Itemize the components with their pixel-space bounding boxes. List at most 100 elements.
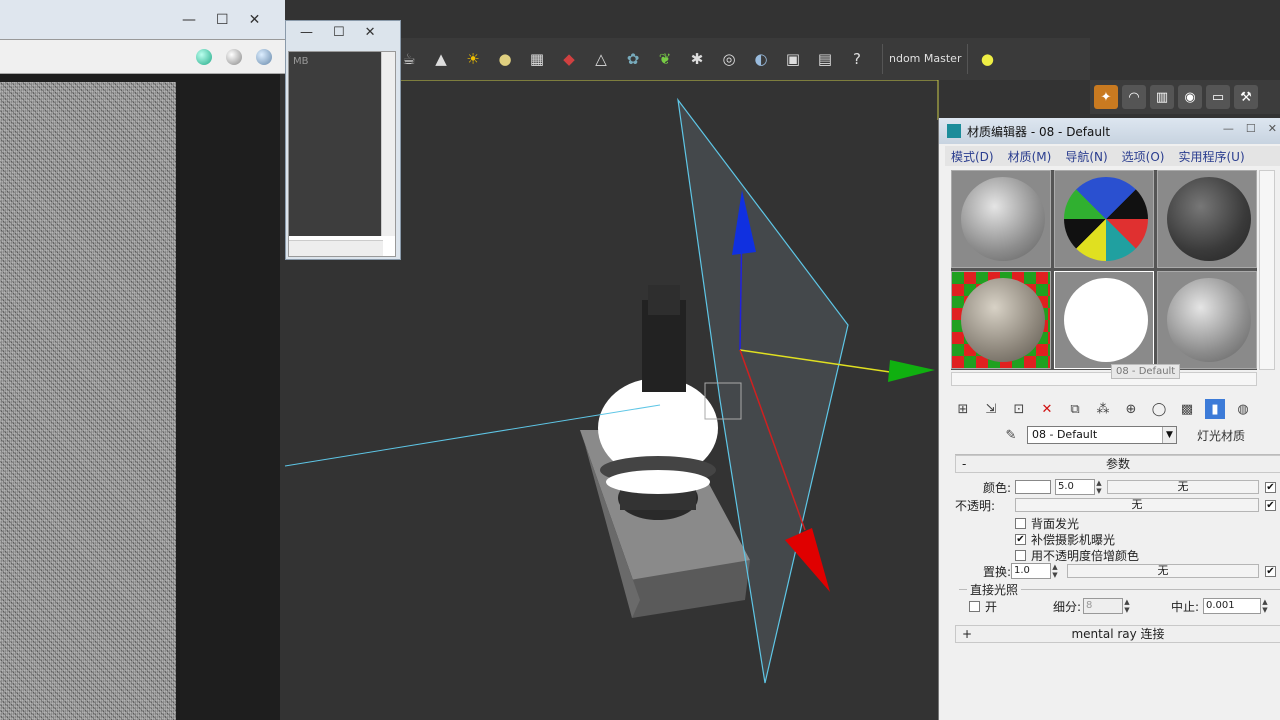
spinner-arrows-icon[interactable]: ▲ ▼ bbox=[1123, 598, 1131, 614]
color-map-button[interactable]: 无 bbox=[1107, 480, 1259, 494]
minimize-icon[interactable]: — bbox=[182, 12, 196, 28]
direct-light-on-checkbox[interactable] bbox=[969, 601, 980, 612]
menu-mode[interactable]: 模式(D) bbox=[951, 148, 994, 165]
minimize-icon[interactable]: — bbox=[300, 25, 313, 40]
slot-tooltip: 08 - Default bbox=[1111, 364, 1181, 379]
sample-slots bbox=[951, 170, 1257, 370]
displace-spinner[interactable]: 1.0 bbox=[1011, 563, 1051, 579]
sample-slot-6[interactable] bbox=[1157, 271, 1257, 369]
hair-icon[interactable]: ✱ bbox=[684, 46, 710, 72]
menu-navigation[interactable]: 导航(N) bbox=[1065, 148, 1107, 165]
rollout-toggle[interactable]: + bbox=[962, 626, 972, 642]
render-master-label[interactable]: ndom Master bbox=[882, 44, 969, 74]
capsule-icon[interactable]: ◆ bbox=[556, 46, 582, 72]
material-name-dropdown[interactable]: 08 - Default ▼ bbox=[1027, 426, 1177, 444]
plant-icon[interactable]: ❦ bbox=[652, 46, 678, 72]
slots-hscrollbar[interactable] bbox=[951, 372, 1257, 386]
render-icon[interactable]: ◐ bbox=[748, 46, 774, 72]
pyramid-icon[interactable]: △ bbox=[588, 46, 614, 72]
displace-label: 置换: bbox=[983, 565, 1012, 579]
get-material-icon[interactable]: ⊞ bbox=[953, 399, 973, 419]
material-name-row: ✎ 08 - Default ▼ 灯光材质 bbox=[1006, 426, 1280, 444]
render-window-titlebar: — ☐ ✕ bbox=[0, 0, 285, 40]
create-tab-icon[interactable]: ✦ bbox=[1094, 85, 1118, 109]
params-rollout-header[interactable]: - 参数 bbox=[955, 455, 1280, 473]
maximize-icon[interactable]: ☐ bbox=[333, 25, 345, 40]
color-swatch[interactable] bbox=[1015, 480, 1051, 494]
minimize-icon[interactable]: — bbox=[1223, 122, 1234, 135]
backface-checkbox[interactable] bbox=[1015, 518, 1026, 529]
geosphere-icon[interactable]: ✿ bbox=[620, 46, 646, 72]
opacity-map-button[interactable]: 无 bbox=[1015, 498, 1259, 512]
put-to-scene-icon[interactable]: ⇲ bbox=[981, 399, 1001, 419]
opacity-map-checkbox[interactable]: ✔ bbox=[1265, 500, 1276, 511]
mentalray-rollout-header[interactable]: + mental ray 连接 bbox=[955, 625, 1280, 643]
spinner-arrows-icon[interactable]: ▲ ▼ bbox=[1261, 598, 1269, 614]
dialog-hscrollbar[interactable] bbox=[289, 240, 383, 256]
compensate-exposure-checkbox[interactable]: ✔ bbox=[1015, 534, 1026, 545]
hierarchy-tab-icon[interactable]: ▥ bbox=[1150, 85, 1174, 109]
sphere-icon[interactable]: ● bbox=[492, 46, 518, 72]
chevron-down-icon[interactable]: ▼ bbox=[1162, 427, 1176, 443]
dialog-list[interactable]: MB bbox=[288, 51, 396, 257]
color-map-checkbox[interactable]: ✔ bbox=[1265, 482, 1276, 493]
dialog-vscrollbar[interactable] bbox=[381, 52, 395, 236]
reset-map-icon[interactable]: ✕ bbox=[1037, 399, 1057, 419]
ox-icon[interactable]: ◎ bbox=[716, 46, 742, 72]
menu-material[interactable]: 材质(M) bbox=[1008, 148, 1052, 165]
sample-slot-2[interactable] bbox=[1054, 170, 1154, 268]
cutoff-spinner[interactable]: 0.001 bbox=[1203, 598, 1261, 614]
color-amount-spinner[interactable]: 5.0 bbox=[1055, 479, 1095, 495]
show-end-result-icon[interactable]: ▮ bbox=[1205, 399, 1225, 419]
display-tab-icon[interactable]: ▭ bbox=[1206, 85, 1230, 109]
sun-icon[interactable]: ☀ bbox=[460, 46, 486, 72]
put-to-library-icon[interactable]: ⊕ bbox=[1121, 399, 1141, 419]
multiply-opacity-label: 用不透明度倍增颜色 bbox=[1031, 549, 1140, 563]
displace-map-button[interactable]: 无 bbox=[1067, 564, 1259, 578]
material-editor-window: 材质编辑器 - 08 - Default — ☐ ✕ 模式(D) 材质(M) 导… bbox=[938, 118, 1280, 720]
menu-options[interactable]: 选项(O) bbox=[1122, 148, 1165, 165]
multiply-opacity-checkbox[interactable] bbox=[1015, 550, 1026, 561]
render-teapot-icon[interactable] bbox=[256, 49, 272, 65]
material-editor-titlebar: 材质编辑器 - 08 - Default — ☐ ✕ bbox=[939, 118, 1280, 144]
cone-icon[interactable]: ▲ bbox=[428, 46, 454, 72]
sample-slot-3[interactable] bbox=[1157, 170, 1257, 268]
assign-to-selection-icon[interactable]: ⊡ bbox=[1009, 399, 1029, 419]
sample-slot-4[interactable] bbox=[951, 271, 1051, 369]
rollout-toggle[interactable]: - bbox=[962, 456, 966, 472]
material-type-button[interactable]: 灯光材质 bbox=[1197, 427, 1245, 444]
particle-icon[interactable]: ▣ bbox=[780, 46, 806, 72]
subdivs-spinner[interactable]: 8 bbox=[1083, 598, 1123, 614]
modify-tab-icon[interactable]: ◠ bbox=[1122, 85, 1146, 109]
help-icon[interactable]: ? bbox=[844, 46, 870, 72]
slots-vscrollbar[interactable] bbox=[1259, 170, 1275, 370]
pick-material-icon[interactable]: ✎ bbox=[1001, 425, 1021, 445]
show-map-icon[interactable]: ▩ bbox=[1177, 399, 1197, 419]
displace-map-checkbox[interactable]: ✔ bbox=[1265, 566, 1276, 577]
close-icon[interactable]: ✕ bbox=[249, 12, 261, 28]
maximize-icon[interactable]: ☐ bbox=[1246, 122, 1256, 135]
close-icon[interactable]: ✕ bbox=[365, 25, 376, 40]
backface-label: 背面发光 bbox=[1031, 517, 1080, 531]
go-to-parent-icon[interactable]: ◍ bbox=[1233, 399, 1253, 419]
display-icon[interactable]: ▤ bbox=[812, 46, 838, 72]
material-id-icon[interactable]: ◯ bbox=[1149, 399, 1169, 419]
close-icon[interactable]: ✕ bbox=[1268, 122, 1277, 135]
bulb-icon[interactable]: ● bbox=[974, 46, 1000, 72]
render-sphere-icon[interactable] bbox=[196, 49, 212, 65]
command-panel-tabs: ✦ ◠ ▥ ◉ ▭ ⚒ bbox=[1090, 80, 1280, 114]
render-gray-icon[interactable] bbox=[226, 49, 242, 65]
spinner-arrows-icon[interactable]: ▲ ▼ bbox=[1095, 479, 1103, 495]
sample-slot-5-selected[interactable] bbox=[1054, 271, 1154, 369]
make-unique-icon[interactable]: ⁂ bbox=[1093, 399, 1113, 419]
spinner-arrows-icon[interactable]: ▲ ▼ bbox=[1051, 563, 1059, 579]
app-logo-icon bbox=[947, 124, 961, 138]
menu-utilities[interactable]: 实用程序(U) bbox=[1178, 148, 1244, 165]
color-label: 颜色: bbox=[983, 481, 1012, 495]
motion-tab-icon[interactable]: ◉ bbox=[1178, 85, 1202, 109]
make-copy-icon[interactable]: ⧉ bbox=[1065, 399, 1085, 419]
sample-slot-1[interactable] bbox=[951, 170, 1051, 268]
grid-icon[interactable]: ▦ bbox=[524, 46, 550, 72]
utilities-tab-icon[interactable]: ⚒ bbox=[1234, 85, 1258, 109]
maximize-icon[interactable]: ☐ bbox=[216, 12, 229, 28]
